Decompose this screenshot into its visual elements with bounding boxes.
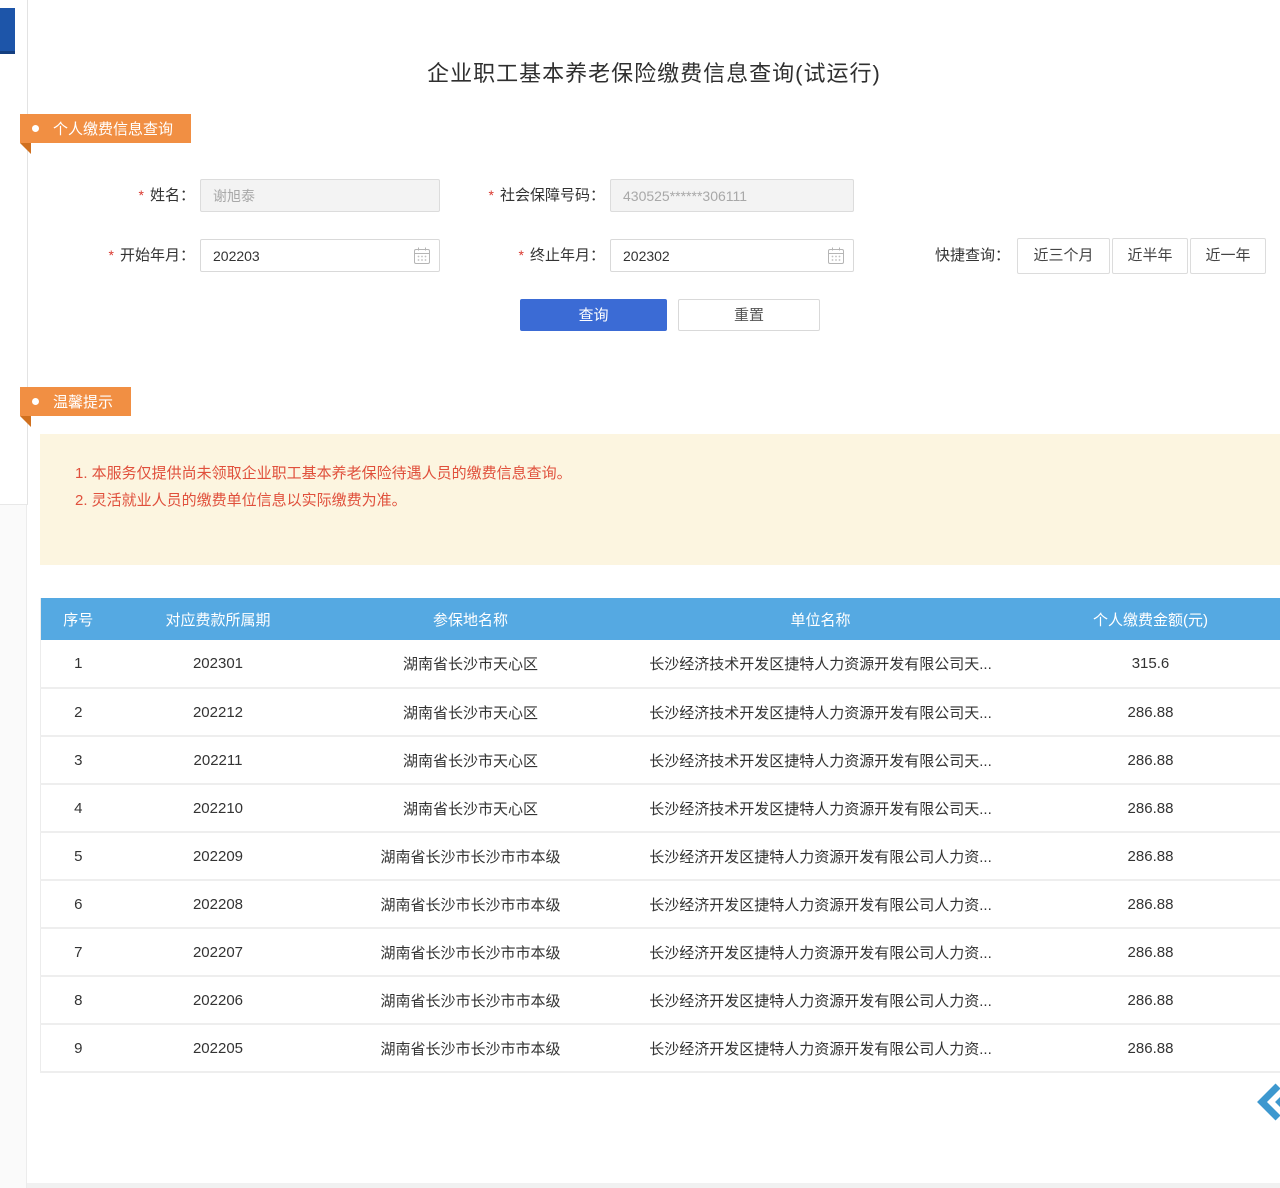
left-rail-upper xyxy=(0,0,28,505)
table-cell: 长沙经济开发区捷特人力资源开发有限公司人力资... xyxy=(621,880,1021,928)
section-header-tips-label: 温馨提示 xyxy=(53,391,113,412)
table-cell: 2 xyxy=(41,688,116,736)
bottom-edge xyxy=(27,1183,1280,1188)
page-title: 企业职工基本养老保险缴费信息查询(试运行) xyxy=(28,56,1280,88)
table-header-cell: 对应费款所属期 xyxy=(116,598,321,640)
notice-line: 2. 灵活就业人员的缴费单位信息以实际缴费为准。 xyxy=(75,487,1260,514)
ribbon-fold xyxy=(20,143,31,154)
table-row: 5202209湖南省长沙市长沙市市本级长沙经济开发区捷特人力资源开发有限公司人力… xyxy=(41,832,1280,880)
table-cell: 湖南省长沙市天心区 xyxy=(321,688,621,736)
side-tab[interactable] xyxy=(0,8,15,54)
table-cell: 长沙经济技术开发区捷特人力资源开发有限公司天... xyxy=(621,736,1021,784)
table-cell: 长沙经济技术开发区捷特人力资源开发有限公司天... xyxy=(621,640,1021,688)
table-cell: 长沙经济技术开发区捷特人力资源开发有限公司天... xyxy=(621,688,1021,736)
section-header-query: 个人缴费信息查询 xyxy=(20,114,191,143)
ribbon-fold xyxy=(20,416,31,427)
table-cell: 长沙经济开发区捷特人力资源开发有限公司人力资... xyxy=(621,976,1021,1024)
table-header-cell: 单位名称 xyxy=(621,598,1021,640)
quick-btn-one-year[interactable]: 近一年 xyxy=(1190,238,1266,274)
table-cell: 202301 xyxy=(116,640,321,688)
reset-button[interactable]: 重置 xyxy=(678,299,820,331)
table-cell: 湖南省长沙市天心区 xyxy=(321,640,621,688)
table-cell: 湖南省长沙市天心区 xyxy=(321,736,621,784)
table-cell: 202205 xyxy=(116,1024,321,1072)
table-cell: 286.88 xyxy=(1021,928,1280,976)
table-cell: 5 xyxy=(41,832,116,880)
table-cell: 202210 xyxy=(116,784,321,832)
table-cell: 湖南省长沙市长沙市市本级 xyxy=(321,928,621,976)
table-cell: 长沙经济开发区捷特人力资源开发有限公司人力资... xyxy=(621,1024,1021,1072)
table-row: 7202207湖南省长沙市长沙市市本级长沙经济开发区捷特人力资源开发有限公司人力… xyxy=(41,928,1280,976)
table-header-cell: 参保地名称 xyxy=(321,598,621,640)
table-cell: 315.6 xyxy=(1021,640,1280,688)
required-asterisk: * xyxy=(109,247,114,263)
table-cell: 286.88 xyxy=(1021,736,1280,784)
payment-table-header: 序号对应费款所属期参保地名称单位名称个人缴费金额(元) xyxy=(41,598,1280,640)
table-cell: 长沙经济开发区捷特人力资源开发有限公司人力资... xyxy=(621,832,1021,880)
table-cell: 202211 xyxy=(116,736,321,784)
table-cell: 1 xyxy=(41,640,116,688)
table-cell: 202206 xyxy=(116,976,321,1024)
quick-query-label: 快捷查询： xyxy=(935,238,1010,274)
double-chevron-left-icon[interactable] xyxy=(1256,1082,1280,1122)
ssn-label: *社会保障号码： xyxy=(420,179,605,212)
table-cell: 202207 xyxy=(116,928,321,976)
table-cell: 湖南省长沙市天心区 xyxy=(321,784,621,832)
table-cell: 286.88 xyxy=(1021,832,1280,880)
end-date-label: *终止年月： xyxy=(420,239,605,272)
name-field[interactable] xyxy=(200,179,440,212)
table-row: 8202206湖南省长沙市长沙市市本级长沙经济开发区捷特人力资源开发有限公司人力… xyxy=(41,976,1280,1024)
pension-query-page: 企业职工基本养老保险缴费信息查询(试运行) 个人缴费信息查询 *姓名： *社会保… xyxy=(0,0,1280,1188)
notice-box: 1. 本服务仅提供尚未领取企业职工基本养老保险待遇人员的缴费信息查询。 2. 灵… xyxy=(40,434,1280,565)
table-cell: 8 xyxy=(41,976,116,1024)
quick-btn-3months[interactable]: 近三个月 xyxy=(1017,238,1110,274)
table-cell: 202208 xyxy=(116,880,321,928)
table-cell: 长沙经济技术开发区捷特人力资源开发有限公司天... xyxy=(621,784,1021,832)
table-cell: 286.88 xyxy=(1021,688,1280,736)
end-date-field[interactable] xyxy=(610,239,854,272)
notice-line: 1. 本服务仅提供尚未领取企业职工基本养老保险待遇人员的缴费信息查询。 xyxy=(75,460,1260,487)
required-asterisk: * xyxy=(139,187,144,203)
table-cell: 湖南省长沙市长沙市市本级 xyxy=(321,832,621,880)
bullet-icon xyxy=(32,125,39,132)
section-header-query-label: 个人缴费信息查询 xyxy=(53,118,173,139)
table-cell: 202212 xyxy=(116,688,321,736)
ssn-field[interactable] xyxy=(610,179,854,212)
section-header-tips: 温馨提示 xyxy=(20,387,131,416)
table-header-cell: 序号 xyxy=(41,598,116,640)
required-asterisk: * xyxy=(489,187,494,203)
table-cell: 长沙经济开发区捷特人力资源开发有限公司人力资... xyxy=(621,928,1021,976)
table-cell: 3 xyxy=(41,736,116,784)
table-row: 4202210湖南省长沙市天心区长沙经济技术开发区捷特人力资源开发有限公司天..… xyxy=(41,784,1280,832)
payment-table: 序号对应费款所属期参保地名称单位名称个人缴费金额(元) 1202301湖南省长沙… xyxy=(40,598,1280,1073)
table-cell: 286.88 xyxy=(1021,880,1280,928)
query-button[interactable]: 查询 xyxy=(520,299,667,331)
table-cell: 9 xyxy=(41,1024,116,1072)
table-cell: 286.88 xyxy=(1021,784,1280,832)
table-cell: 286.88 xyxy=(1021,976,1280,1024)
start-date-label: *开始年月： xyxy=(40,239,195,272)
name-label: *姓名： xyxy=(40,179,195,212)
table-row: 1202301湖南省长沙市天心区长沙经济技术开发区捷特人力资源开发有限公司天..… xyxy=(41,640,1280,688)
table-row: 6202208湖南省长沙市长沙市市本级长沙经济开发区捷特人力资源开发有限公司人力… xyxy=(41,880,1280,928)
table-cell: 湖南省长沙市长沙市市本级 xyxy=(321,976,621,1024)
table-cell: 湖南省长沙市长沙市市本级 xyxy=(321,880,621,928)
bullet-icon xyxy=(32,398,39,405)
table-cell: 湖南省长沙市长沙市市本级 xyxy=(321,1024,621,1072)
calendar-icon[interactable] xyxy=(826,246,846,266)
table-cell: 202209 xyxy=(116,832,321,880)
table-row: 3202211湖南省长沙市天心区长沙经济技术开发区捷特人力资源开发有限公司天..… xyxy=(41,736,1280,784)
table-cell: 286.88 xyxy=(1021,1024,1280,1072)
table-cell: 6 xyxy=(41,880,116,928)
table-header-cell: 个人缴费金额(元) xyxy=(1021,598,1280,640)
table-row: 2202212湖南省长沙市天心区长沙经济技术开发区捷特人力资源开发有限公司天..… xyxy=(41,688,1280,736)
table-cell: 7 xyxy=(41,928,116,976)
quick-btn-half-year[interactable]: 近半年 xyxy=(1112,238,1188,274)
start-date-field[interactable] xyxy=(200,239,440,272)
table-cell: 4 xyxy=(41,784,116,832)
required-asterisk: * xyxy=(519,247,524,263)
table-row: 9202205湖南省长沙市长沙市市本级长沙经济开发区捷特人力资源开发有限公司人力… xyxy=(41,1024,1280,1072)
